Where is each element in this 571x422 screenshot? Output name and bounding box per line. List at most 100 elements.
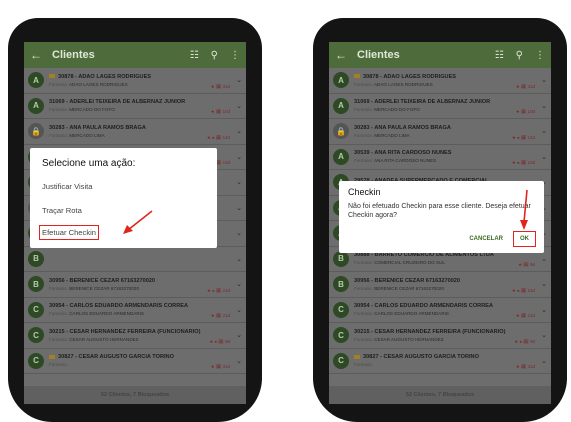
client-name: 30215 - CESAR HERNANDEZ FERREIRA (FUNCIO… [49,329,242,335]
client-name: 30888 - BARRETO COMERCIO DE ALIMENTOS LT… [354,252,547,258]
client-name-text: 30539 - ANA RITA CARDOSO NUNES [354,150,452,157]
more-vertical-icon[interactable]: ⋮ [230,50,240,61]
fantasy-value: MERCADO DO FOFO [374,107,420,113]
flag-icon [49,354,55,359]
client-name: 30878 - ADAO LAGES RODRIGUES [354,74,547,80]
avatar: C [28,301,44,318]
chevron-down-icon[interactable]: ⌄ [236,102,242,110]
chevron-down-icon[interactable]: ⌄ [541,127,547,135]
fantasy-label: Fantasia: [49,81,68,87]
client-name-text: 30827 - CESAR AUGUSTO GARCIA TORINO [58,354,174,361]
chevron-down-icon[interactable]: ⌄ [236,255,242,263]
client-name: 30215 - CESAR HERNANDEZ FERREIRA (FUNCIO… [354,329,547,335]
fantasy-label: Fantasia: [49,311,68,317]
fantasy-value: CESAR AUGUSTO HERNANDEZ [69,336,139,342]
search-icon[interactable]: ⚲ [516,50,523,61]
fantasy-value: MERCADO LIMA [374,132,410,138]
filter-icon[interactable]: ☷ [190,50,199,61]
list-item[interactable]: 🔒 30283 - ANA PAULA RAMOS BRAGA Fantasia: … [24,119,246,145]
client-name-text: 30956 - BERENICE CEZAR 67163270020 [49,277,156,284]
list-item[interactable]: B 30956 - BERENICE CEZAR 67163270020 Fanta… [24,272,246,298]
chevron-down-icon[interactable]: ⌄ [236,153,242,161]
ok-button[interactable]: OK [513,231,536,247]
page-title: Clientes [52,49,95,61]
fantasy-value: ADAO LAGES RODRIGUES [68,81,128,87]
chevron-down-icon[interactable]: ⌄ [541,331,547,339]
avatar: A [28,97,44,114]
visit-status: ★ 🗓 31d [515,364,535,369]
fantasy-label: Fantasia: [49,285,68,291]
client-name-text: 30888 - BARRETO COMERCIO DE ALIMENTOS LT… [354,252,494,259]
client-name: 30954 - CARLOS EDUARDO ARMENDARIS CORREA [354,303,547,309]
dialog-title: Checkin [348,187,381,197]
dialog-actions: CANCELAR OK [459,231,536,247]
list-item[interactable]: B ⌄ [24,247,246,272]
list-item[interactable]: B 30956 - BERENICE CEZAR 67163270020 Fanta… [329,272,551,298]
page-title: Clientes [357,49,400,61]
client-name-text: 30954 - CARLOS EDUARDO ARMENDARIS CORREA [49,303,189,310]
fantasy-label: Fantasia: [354,285,373,291]
flag-icon [354,74,360,79]
arrow-left-icon[interactable]: ← [335,48,349,62]
visit-status: ★ ● 🗓 9d [209,338,230,344]
list-item[interactable]: A 31069 - ADERLEI TEIXEIRA DE ALBERNAZ JU… [24,94,246,119]
chevron-down-icon[interactable]: ⌄ [236,357,242,365]
visit-status: ★ ● 🗓 21d [206,287,230,293]
lock-icon: 🔒 [28,123,44,140]
chevron-down-icon[interactable]: ⌄ [236,76,242,84]
chevron-down-icon[interactable]: ⌄ [236,178,242,186]
checkin-dialog: Checkin Não foi efetuado Checkin para es… [339,181,544,253]
cancel-button[interactable]: CANCELAR [469,236,503,242]
more-vertical-icon[interactable]: ⋮ [535,50,545,61]
list-item[interactable]: A 30878 - ADAO LAGES RODRIGUES Fantasia: A… [329,68,551,94]
chevron-down-icon[interactable]: ⌄ [541,306,547,314]
chevron-down-icon[interactable]: ⌄ [236,306,242,314]
client-name: 31069 - ADERLEI TEIXEIRA DE ALBERNAZ JUN… [49,99,242,105]
avatar: C [333,352,349,369]
app-bar: ← Clientes ☷ ⚲ ⋮ [329,42,551,68]
chevron-down-icon[interactable]: ⌄ [541,357,547,365]
search-icon[interactable]: ⚲ [211,50,218,61]
chevron-down-icon[interactable]: ⌄ [236,204,242,212]
list-item[interactable]: A 30878 - ADAO LAGES RODRIGUES Fantasia: A… [24,68,246,94]
list-item[interactable]: C 30827 - CESAR AUGUSTO GARCIA TORINO Fant… [24,349,246,374]
fantasy-value: CARLOS EDUARDO ARMENDARIS [69,311,144,317]
chevron-down-icon[interactable]: ⌄ [541,255,547,263]
visit-status: ★ 🗓 31d [210,364,230,369]
chevron-down-icon[interactable]: ⌄ [236,229,242,237]
chevron-down-icon[interactable]: ⌄ [541,280,547,288]
fantasy-value: MERCADO DO FOFO [69,107,115,113]
chevron-down-icon[interactable]: ⌄ [236,127,242,135]
client-text [49,258,242,260]
avatar: C [28,352,44,369]
list-item[interactable]: C 30954 - CARLOS EDUARDO ARMENDARIS CORRE… [329,298,551,323]
chevron-down-icon[interactable]: ⌄ [541,102,547,110]
trace-route-option[interactable]: Traçar Rota [42,206,205,215]
fantasy-label: Fantasia: [354,362,373,368]
visit-status: ★ ● 🗓 9d [514,338,535,344]
fantasy-label: Fantasia: [49,336,68,342]
chevron-down-icon[interactable]: ⌄ [541,153,547,161]
list-item[interactable]: C 30215 - CESAR HERNANDEZ FERREIRA (FUNCI… [329,323,551,349]
filter-icon[interactable]: ☷ [495,50,504,61]
justify-visit-option[interactable]: Justificar Visita [42,182,205,191]
visit-status: ★ 🗓 31d [515,83,535,89]
list-item[interactable]: C 30827 - CESAR AUGUSTO GARCIA TORINO Fant… [329,349,551,374]
chevron-down-icon[interactable]: ⌄ [236,331,242,339]
checkin-option[interactable]: Efetuar Checkin [39,225,100,240]
arrow-left-icon[interactable]: ← [30,48,44,62]
list-item[interactable]: A 31069 - ADERLEI TEIXEIRA DE ALBERNAZ JU… [329,94,551,119]
flag-icon [49,74,55,79]
client-name: 30827 - CESAR AUGUSTO GARCIA TORINO [49,354,242,360]
chevron-down-icon[interactable]: ⌄ [236,280,242,288]
list-item[interactable]: C 30215 - CESAR HERNANDEZ FERREIRA (FUNCI… [24,323,246,349]
list-item[interactable]: 🔒 30283 - ANA PAULA RAMOS BRAGA Fantasia: … [329,119,551,145]
avatar: A [333,97,349,114]
visit-status: ★ 🗓 10d [210,109,230,114]
list-item[interactable]: A 30539 - ANA RITA CARDOSO NUNESFantasia:… [329,145,551,170]
chevron-down-icon[interactable]: ⌄ [541,76,547,84]
list-item[interactable]: C 30954 - CARLOS EDUARDO ARMENDARIS CORRE… [24,298,246,323]
fantasy-label: Fantasia: [354,336,373,342]
visit-status: ★ 🗓 31d [210,83,230,89]
client-name-text: 30215 - CESAR HERNANDEZ FERREIRA (FUNCIO… [49,328,201,335]
